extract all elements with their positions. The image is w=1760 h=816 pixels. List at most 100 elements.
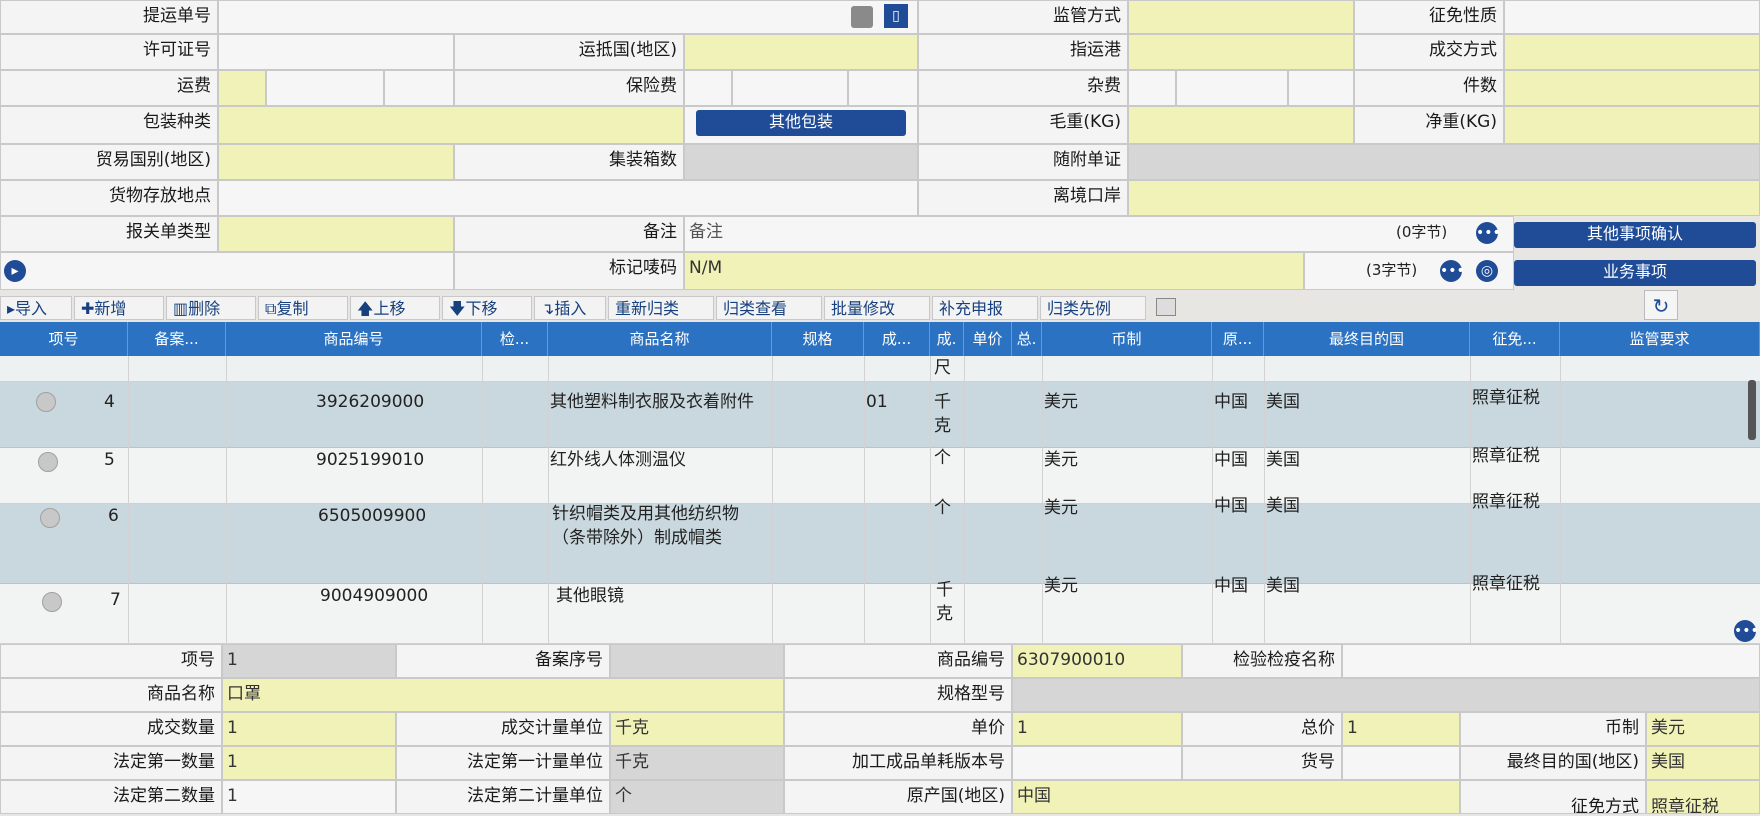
- grid-line: [1042, 356, 1043, 644]
- freight-mark-field[interactable]: [218, 70, 266, 106]
- mark-field[interactable]: N/M: [684, 252, 1304, 290]
- deal-qty-field[interactable]: 1: [222, 712, 396, 746]
- goods-name-field[interactable]: 口罩: [222, 678, 784, 712]
- more-icon[interactable]: •••: [1476, 222, 1501, 244]
- row-radio[interactable]: [40, 508, 60, 528]
- currency-cell: 美元: [1044, 392, 1078, 412]
- attached-docs-field[interactable]: [1128, 144, 1760, 180]
- total-price-value: 1: [1347, 718, 1358, 738]
- col-header[interactable]: 总.: [1012, 322, 1042, 356]
- col-header[interactable]: 规格: [772, 322, 864, 356]
- deal-unit-field[interactable]: 千克: [610, 712, 784, 746]
- insurance-rate-field[interactable]: [732, 70, 848, 106]
- view-class-button[interactable]: 归类查看: [716, 296, 822, 320]
- legal-qty1-value: 1: [227, 752, 238, 772]
- move-up-button[interactable]: 🡅上移: [350, 296, 440, 320]
- legal-qty2-label: 法定第二数量: [0, 780, 222, 814]
- row-radio[interactable]: [42, 592, 62, 612]
- table-row[interactable]: [0, 356, 1760, 382]
- misc-currency-field[interactable]: [1288, 70, 1354, 106]
- unit-cell: 千克: [934, 392, 951, 436]
- import-button[interactable]: ▸导入: [0, 296, 72, 320]
- col-header[interactable]: 商品名称: [548, 322, 772, 356]
- row-radio[interactable]: [36, 392, 56, 412]
- record-no-field[interactable]: [610, 644, 784, 678]
- spec-model-field[interactable]: [1012, 678, 1760, 712]
- row-radio[interactable]: [38, 452, 58, 472]
- total-price-field[interactable]: 1: [1342, 712, 1460, 746]
- col-header[interactable]: 检...: [482, 322, 548, 356]
- insurance-currency-field[interactable]: [848, 70, 918, 106]
- declaration-type-field[interactable]: [218, 216, 454, 252]
- inspection-name-field[interactable]: [1342, 644, 1760, 678]
- other-confirm-button[interactable]: 其他事项确认: [1514, 222, 1756, 248]
- refresh-icon[interactable]: ↻: [1644, 290, 1678, 320]
- reclassify-button[interactable]: 重新归类: [608, 296, 714, 320]
- freight-rate-field[interactable]: [266, 70, 384, 106]
- currency-field[interactable]: 美元: [1646, 712, 1760, 746]
- net-weight-field[interactable]: [1504, 106, 1760, 144]
- precedent-button[interactable]: 归类先例: [1040, 296, 1146, 320]
- col-header[interactable]: 征免...: [1470, 322, 1560, 356]
- goods-no-field[interactable]: [1342, 746, 1460, 780]
- version-field[interactable]: [1012, 746, 1182, 780]
- col-header[interactable]: 原...: [1212, 322, 1264, 356]
- gross-weight-field[interactable]: [1128, 106, 1354, 144]
- col-header[interactable]: 币制: [1042, 322, 1212, 356]
- col-header[interactable]: 商品编号: [226, 322, 482, 356]
- checkbox-icon[interactable]: [851, 6, 873, 28]
- grid-line: [772, 356, 773, 644]
- misc-mark-field[interactable]: [1128, 70, 1176, 106]
- goods-code-field[interactable]: 6307900010: [1012, 644, 1182, 678]
- license-field[interactable]: [218, 34, 454, 70]
- supervision-label: 监管方式: [918, 0, 1128, 34]
- mark-value: N/M: [689, 258, 723, 278]
- storage-field[interactable]: [218, 180, 918, 216]
- misc-rate-field[interactable]: [1176, 70, 1288, 106]
- dest-country-field[interactable]: [684, 34, 918, 70]
- expand-arrow-icon[interactable]: ▸: [4, 260, 26, 282]
- remark-field[interactable]: 备注: [684, 216, 1514, 252]
- trade-terms-field[interactable]: [1504, 34, 1760, 70]
- more-icon-2[interactable]: •••: [1440, 260, 1465, 282]
- business-button[interactable]: 业务事项: [1514, 260, 1756, 286]
- info-icon[interactable]: ◎: [1476, 260, 1498, 282]
- tax-cell: 照章征税: [1472, 492, 1540, 512]
- col-header[interactable]: 备案...: [128, 322, 226, 356]
- trade-country-field[interactable]: [218, 144, 454, 180]
- col-header[interactable]: 成.: [930, 322, 964, 356]
- col-header[interactable]: 单价: [964, 322, 1012, 356]
- legal-qty1-field[interactable]: 1: [222, 746, 396, 780]
- toolbar-checkbox[interactable]: [1156, 298, 1176, 316]
- lock-icon[interactable]: ▯: [884, 4, 908, 28]
- col-header[interactable]: 监管要求: [1560, 322, 1760, 356]
- legal-qty2-field[interactable]: 1: [222, 780, 396, 814]
- col-header[interactable]: 最终目的国: [1264, 322, 1470, 356]
- package-field[interactable]: [218, 106, 684, 144]
- delete-button[interactable]: ▥删除: [166, 296, 256, 320]
- batch-edit-button[interactable]: 批量修改: [824, 296, 930, 320]
- other-package-button[interactable]: 其他包装: [696, 110, 906, 136]
- bill-no-field[interactable]: [218, 0, 918, 34]
- insert-button[interactable]: ↴插入: [534, 296, 606, 320]
- col-header[interactable]: 项号: [0, 322, 128, 356]
- exemption-field[interactable]: 照章征税: [1646, 780, 1760, 814]
- col-header[interactable]: 成...: [864, 322, 930, 356]
- exit-port-field[interactable]: [1128, 180, 1760, 216]
- tax-nature-field[interactable]: [1504, 0, 1760, 34]
- pieces-field[interactable]: [1504, 70, 1760, 106]
- supplement-button[interactable]: 补充申报: [932, 296, 1038, 320]
- supervision-field[interactable]: [1128, 0, 1354, 34]
- origin-field[interactable]: 中国: [1012, 780, 1460, 814]
- final-dest-field[interactable]: 美国: [1646, 746, 1760, 780]
- dest-cell: 美国: [1266, 450, 1300, 470]
- port-field[interactable]: [1128, 34, 1354, 70]
- more-icon-3[interactable]: •••: [1734, 620, 1759, 642]
- insurance-mark-field[interactable]: [684, 70, 732, 106]
- freight-currency-field[interactable]: [384, 70, 454, 106]
- scrollbar-thumb[interactable]: [1748, 380, 1756, 440]
- unit-price-field[interactable]: 1: [1012, 712, 1182, 746]
- move-down-button[interactable]: 🡇下移: [442, 296, 532, 320]
- copy-button[interactable]: ⧉复制: [258, 296, 348, 320]
- add-button[interactable]: ✚新增: [74, 296, 164, 320]
